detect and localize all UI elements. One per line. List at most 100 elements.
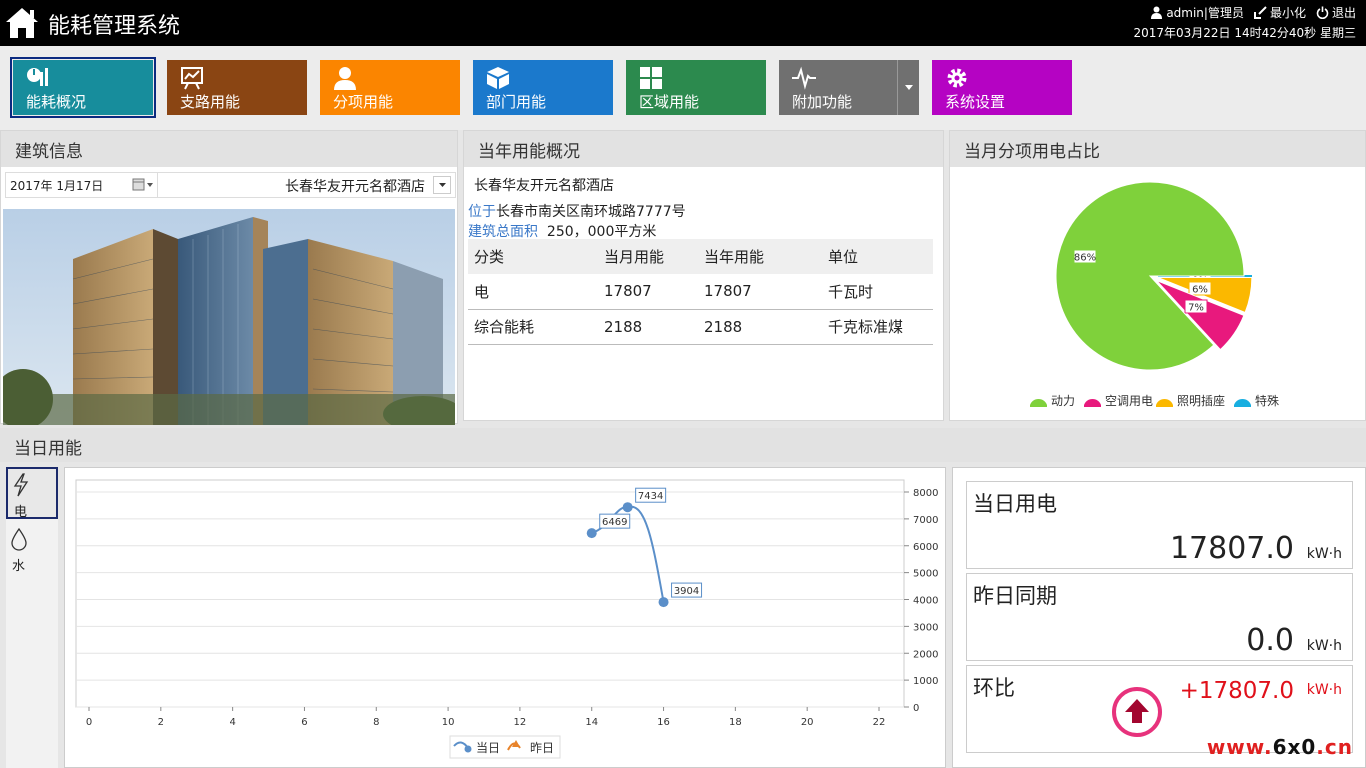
pie-label: 7% xyxy=(1184,299,1208,314)
building-area: 建筑总面积 250，000平方米 xyxy=(468,221,656,241)
data-label: 7434 xyxy=(635,487,667,503)
home-icon[interactable] xyxy=(4,6,40,40)
legend-marker xyxy=(464,745,472,753)
legend-swatch xyxy=(1030,398,1047,407)
stat-unit: kW·h xyxy=(1306,546,1342,562)
month-ratio-panel: 当月分项用电占比 0%6%7%86%动力空调用电照明插座特殊 xyxy=(949,130,1366,421)
data-point xyxy=(622,502,633,513)
building-info-panel: 建筑信息 2017年 1月17日 长春华友开元名都酒店 xyxy=(0,130,458,425)
nav-item-usage[interactable]: 分项用能 xyxy=(320,60,460,115)
date-picker[interactable]: 2017年 1月17日 xyxy=(6,173,158,197)
nav-energy-overview[interactable]: 能耗概况 xyxy=(10,57,156,118)
pie-chart: 0%6%7%86%动力空调用电照明插座特殊 xyxy=(1030,181,1279,408)
dashboard-icon xyxy=(27,68,48,86)
legend-swatch xyxy=(1084,398,1101,407)
y-tick-label: 3000 xyxy=(913,622,938,633)
column-header: 当月用能 xyxy=(598,239,698,274)
legend-item: 特殊 xyxy=(1234,393,1279,408)
pie-label: 6% xyxy=(1188,281,1212,296)
plot-area xyxy=(75,479,905,708)
legend-label: 特殊 xyxy=(1255,393,1279,408)
header-right: admin|管理员 最小化 退出 2017年03月22日 14时42分40秒 星… xyxy=(1133,3,1356,42)
legend-label: 空调用电 xyxy=(1105,394,1153,408)
data-label-text: 7434 xyxy=(638,491,663,502)
stat-value: +17807.0 xyxy=(1179,678,1294,704)
data-label-text: 6469 xyxy=(602,517,627,528)
nav-extra-functions[interactable]: 附加功能 xyxy=(779,60,919,115)
stat-unit: kW·h xyxy=(1306,638,1342,654)
column-header: 单位 xyxy=(822,239,933,274)
watermark-part: www. xyxy=(1206,735,1273,759)
logout-label: 退出 xyxy=(1331,5,1356,20)
table-cell: 2188 xyxy=(598,309,698,345)
logout-button[interactable]: 退出 xyxy=(1316,4,1356,21)
arrow-up-icon xyxy=(1112,687,1162,737)
gear-icon xyxy=(947,68,967,88)
x-tick-label: 18 xyxy=(729,717,742,728)
nav-branch-usage[interactable]: 支路用能 xyxy=(167,60,307,115)
line-legend: 当日 昨日 xyxy=(449,735,561,759)
grid-icon xyxy=(640,67,662,89)
user-link[interactable]: admin|管理员 xyxy=(1150,4,1244,21)
building-select-dropdown[interactable] xyxy=(433,176,451,194)
pie-label-text: 7% xyxy=(1188,303,1204,314)
building-name: 长春华友开元名都酒店 xyxy=(474,178,614,194)
minimize-button[interactable]: 最小化 xyxy=(1253,4,1306,21)
table-cell: 17807 xyxy=(698,274,822,310)
energy-type-tabs: 电 水 xyxy=(6,467,58,768)
chevron-down-icon xyxy=(904,85,913,90)
stat-yesterday: 昨日同期 0.0 kW·h xyxy=(966,573,1353,661)
data-label-text: 3904 xyxy=(674,586,699,597)
nav-area-usage[interactable]: 区域用能 xyxy=(626,60,766,115)
minimize-icon xyxy=(1253,5,1267,19)
legend-label: 当日 xyxy=(476,741,500,755)
nav-extra-dropdown[interactable] xyxy=(897,60,919,115)
nav-label: 系统设置 xyxy=(945,93,1006,111)
watermark-part: .cn xyxy=(1316,735,1353,759)
panel-title: 建筑信息 xyxy=(1,131,457,167)
tab-label: 水 xyxy=(12,559,26,574)
date-value: 2017年 1月17日 xyxy=(10,179,104,193)
water-drop-icon xyxy=(11,527,27,551)
nav-label: 支路用能 xyxy=(180,93,241,111)
table-cell: 17807 xyxy=(598,274,698,310)
building-address: 位于长春市南关区南环城路7777号 xyxy=(468,201,686,221)
calendar-icon[interactable] xyxy=(132,178,154,192)
tab-electricity[interactable]: 电 xyxy=(6,467,58,520)
nav-label: 附加功能 xyxy=(792,93,853,111)
nav-system-settings[interactable]: 系统设置 xyxy=(932,60,1072,115)
legend-label: 照明插座 xyxy=(1177,393,1225,408)
nav-department-usage[interactable]: 部门用能 xyxy=(473,60,613,115)
data-point xyxy=(586,528,597,539)
x-tick-label: 16 xyxy=(657,717,670,728)
x-tick-label: 10 xyxy=(442,717,455,728)
x-tick-label: 4 xyxy=(229,717,235,728)
x-tick-label: 6 xyxy=(301,717,307,728)
watermark-logo: www.6x0.cn xyxy=(1207,735,1353,759)
tab-water[interactable]: 水 xyxy=(6,523,58,575)
x-tick-label: 12 xyxy=(514,717,527,728)
legend-label: 昨日 xyxy=(530,741,554,755)
x-tick-label: 14 xyxy=(585,717,598,728)
data-label: 6469 xyxy=(599,513,631,529)
address-value: 长春市南关区南环城路7777号 xyxy=(496,204,686,220)
y-tick-label: 8000 xyxy=(913,488,938,499)
building-select[interactable]: 长春华友开元名都酒店 xyxy=(285,176,425,196)
nav-label: 部门用能 xyxy=(486,93,547,111)
area-label: 建筑总面积 xyxy=(468,224,538,240)
lightning-icon xyxy=(13,473,29,497)
app-title: 能耗管理系统 xyxy=(48,14,181,39)
presentation-chart-icon xyxy=(181,67,203,90)
user-icon xyxy=(1151,6,1163,19)
y-tick-label: 1000 xyxy=(913,676,938,687)
top-bar: 能耗管理系统 admin|管理员 最小化 退出 2017年03月22日 14时4… xyxy=(0,0,1366,46)
data-point xyxy=(658,597,669,608)
daily-section-title: 当日用能 xyxy=(0,428,1366,462)
daily-chart-panel: 0 1000 2000 3000 4000 5000 6000 7000 8000 0 2 4 6 8 10… xyxy=(64,467,946,768)
stat-value: 0.0 xyxy=(1246,623,1294,658)
cube-icon xyxy=(487,67,509,89)
column-header: 当年用能 xyxy=(698,239,822,274)
year-usage-panel: 当年用能概况 长春华友开元名都酒店 位于长春市南关区南环城路7777号 建筑总面… xyxy=(463,130,944,421)
pie-label-text: 86% xyxy=(1074,253,1096,264)
user-name: admin|管理员 xyxy=(1166,5,1244,20)
